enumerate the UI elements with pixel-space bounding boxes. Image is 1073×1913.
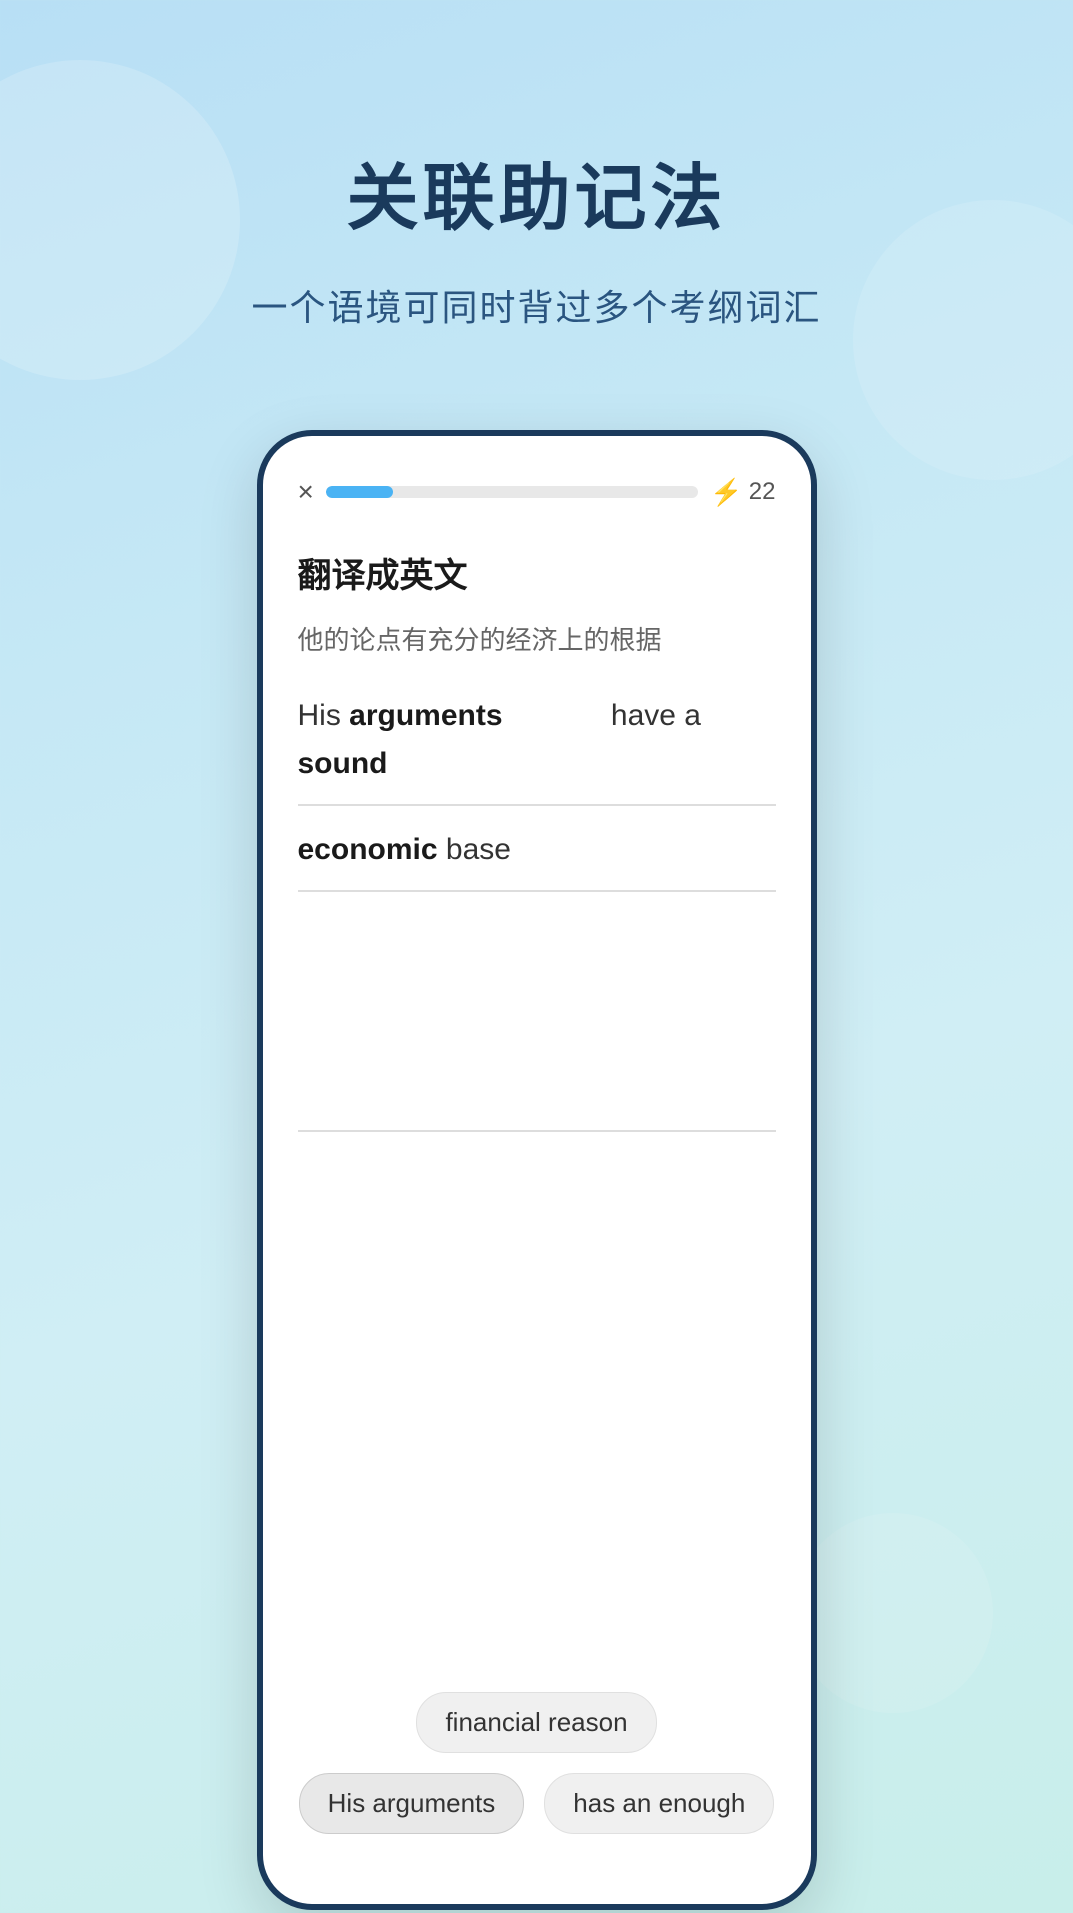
option-row-2: His arguments has an enough [298, 1773, 776, 1834]
keyword-arguments: arguments [349, 699, 502, 732]
answer-line-2: economic base [298, 826, 776, 892]
subtitle: 一个语境可同时背过多个考纲词汇 [0, 279, 1073, 331]
phone-content: × ⚡ 22 翻译成英文 他的论点有充分的经济上的根据 His argument… [263, 436, 811, 1904]
bg-decoration-3 [793, 1513, 993, 1713]
answer-line-1: His arguments have a sound [298, 692, 776, 806]
score-value: 22 [749, 478, 776, 506]
blank-area [298, 912, 776, 1132]
keyword-economic: economic [298, 833, 438, 866]
lightning-icon: ⚡ [710, 477, 742, 508]
close-button[interactable]: × [298, 476, 314, 508]
option-has-an-enough[interactable]: has an enough [544, 1773, 774, 1834]
main-title: 关联助记法 [0, 160, 1073, 239]
phone-wrapper: 考纲词汇 考纲词汇 考纲词汇 × ⚡ 22 翻译成英文 他的论点有充分的经济上的… [257, 430, 817, 1910]
answer-text-1: His arguments have a sound [298, 692, 776, 788]
lightning-score: ⚡ 22 [710, 477, 775, 508]
option-row-1: financial reason [298, 1692, 776, 1753]
bottom-options: financial reason His arguments has an en… [298, 1692, 776, 1854]
option-financial-reason[interactable]: financial reason [416, 1692, 656, 1753]
option-his-arguments[interactable]: His arguments [299, 1773, 525, 1834]
phone-frame: × ⚡ 22 翻译成英文 他的论点有充分的经济上的根据 His argument… [257, 430, 817, 1910]
question-label: 翻译成英文 [298, 548, 776, 597]
answer-text-2: economic base [298, 826, 511, 874]
chinese-prompt: 他的论点有充分的经济上的根据 [298, 621, 776, 660]
progress-bar-area: × ⚡ 22 [298, 476, 776, 508]
progress-fill [326, 486, 393, 498]
progress-track [326, 486, 699, 498]
top-section: 关联助记法 一个语境可同时背过多个考纲词汇 [0, 0, 1073, 331]
keyword-sound: sound [298, 747, 388, 780]
